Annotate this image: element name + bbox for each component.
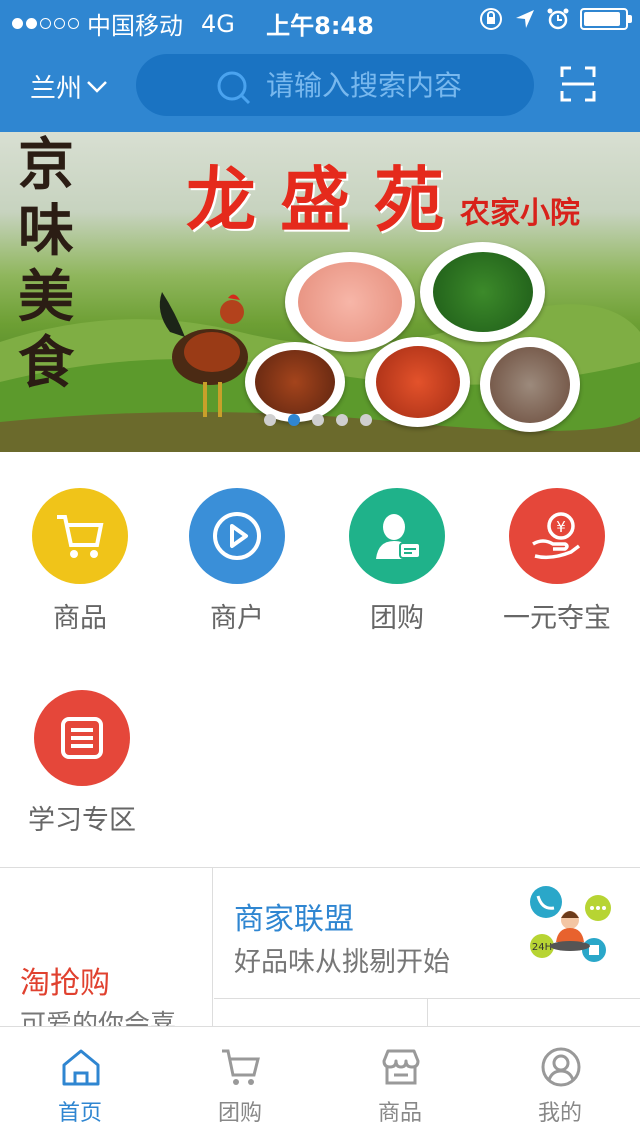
svg-text:¥: ¥ — [556, 518, 566, 536]
food-plate-chicken — [365, 337, 470, 427]
cart-icon — [222, 1049, 260, 1085]
flash-sale-card[interactable]: 淘抢购 可爱的你会喜 — [0, 868, 213, 1028]
food-plate-beef — [480, 337, 580, 432]
category-study[interactable]: 学习专区 — [2, 690, 162, 837]
food-plate-peaches — [285, 252, 415, 352]
customer-service-illustration: 24H — [530, 886, 611, 962]
category-label: 一元夺宝 — [503, 603, 611, 634]
store-icon — [382, 1049, 420, 1085]
scan-icon[interactable] — [560, 66, 596, 102]
flash-sale-title: 淘抢购 — [20, 966, 110, 1001]
merchant-alliance-card[interactable]: 商家联盟 好品味从挑剔开始 24H — [214, 868, 640, 999]
notebook-icon — [61, 717, 103, 759]
profile-icon — [541, 1047, 581, 1087]
city-selector[interactable]: 兰州 — [30, 68, 108, 105]
pager-dot[interactable] — [288, 414, 300, 426]
category-label: 学习专区 — [28, 805, 136, 836]
pager-dot[interactable] — [312, 414, 324, 426]
category-merchants-circle — [189, 488, 285, 584]
merchant-alliance-title: 商家联盟 — [234, 902, 354, 937]
bottom-tab-bar: 首页 团购 商品 我的 — [0, 1026, 640, 1136]
pager-dot[interactable] — [264, 414, 276, 426]
tab-profile[interactable]: 我的 — [480, 1027, 640, 1137]
category-lucky-draw-circle: ¥ — [509, 488, 605, 584]
chevron-down-icon — [87, 80, 107, 93]
pager-dot[interactable] — [336, 414, 348, 426]
category-grid: 商品 商户 团购 ¥ 一元夺宝 学习专区 — [0, 452, 640, 868]
category-label: 商品 — [53, 603, 107, 634]
food-plate-greens — [420, 242, 545, 342]
category-study-circle — [34, 690, 130, 786]
food-plate-meat — [245, 342, 345, 422]
tab-label: 首页 — [57, 1101, 102, 1126]
tab-label: 商品 — [377, 1101, 422, 1126]
category-label: 团购 — [370, 603, 424, 634]
search-input[interactable] — [264, 67, 534, 103]
tab-home[interactable]: 首页 — [0, 1027, 160, 1137]
banner-subtitle: 农家小院 — [460, 196, 580, 231]
top-nav-bar: 兰州 — [0, 40, 640, 132]
status-right — [478, 6, 632, 32]
promo-divider — [427, 999, 428, 1029]
rooster-image — [159, 292, 248, 417]
category-merchants[interactable]: 商户 — [157, 488, 317, 635]
tab-goods[interactable]: 商品 — [320, 1027, 480, 1137]
cart-icon — [57, 515, 104, 558]
alarm-icon — [547, 8, 569, 30]
category-lucky-draw[interactable]: ¥ 一元夺宝 — [477, 488, 637, 635]
battery-icon — [580, 8, 632, 30]
banner-title: 龙盛苑 — [186, 158, 468, 241]
search-icon — [217, 71, 251, 105]
banner-pager[interactable] — [264, 414, 372, 426]
category-groupbuy-circle — [349, 488, 445, 584]
category-label: 商户 — [210, 603, 264, 634]
promo-banner[interactable]: 京味美食 龙盛苑 农家小院 — [0, 132, 640, 452]
category-goods[interactable]: 商品 — [0, 488, 160, 635]
home-icon — [62, 1049, 100, 1086]
yuan-hand-icon: ¥ — [532, 512, 581, 560]
tab-label: 团购 — [217, 1101, 262, 1126]
merchant-alliance-subtitle: 好品味从挑剔开始 — [234, 947, 450, 978]
tab-groupbuy[interactable]: 团购 — [160, 1027, 320, 1137]
banner-side-text: 京味美食 — [18, 132, 74, 396]
search-bar[interactable] — [136, 54, 534, 116]
promo-section: 淘抢购 可爱的你会喜 商家联盟 好品味从挑剔开始 24H — [0, 868, 640, 1029]
location-icon — [516, 10, 534, 28]
status-bar: 中国移动 4G 上午8:48 — [0, 0, 640, 40]
rotation-lock-icon — [480, 8, 502, 30]
play-icon — [213, 512, 261, 560]
category-goods-circle — [32, 488, 128, 584]
city-name: 兰州 — [30, 74, 83, 104]
svg-text:24H: 24H — [532, 942, 552, 953]
flash-sale-subtitle: 可爱的你会喜 — [20, 1010, 177, 1028]
tab-label: 我的 — [537, 1101, 582, 1126]
user-card-icon — [376, 514, 421, 559]
pager-dot[interactable] — [360, 414, 372, 426]
category-groupbuy[interactable]: 团购 — [317, 488, 477, 635]
